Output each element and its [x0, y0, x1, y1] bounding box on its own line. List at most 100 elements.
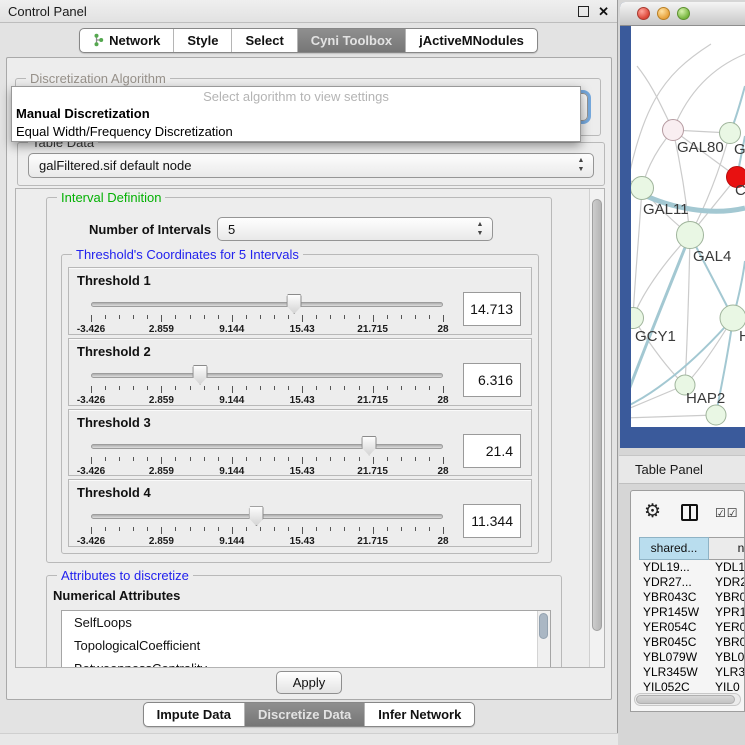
number-of-intervals-label: Number of Intervals: [89, 222, 211, 237]
cell-name: YBL0: [709, 650, 745, 665]
tick-label: -3.426: [77, 395, 105, 406]
tab-impute-data[interactable]: Impute Data: [144, 703, 244, 726]
cell-shared-name: YBL079W: [639, 650, 709, 665]
gear-icon[interactable]: ⚙: [644, 500, 661, 523]
threshold-value-field[interactable]: 14.713: [463, 292, 521, 326]
cell-shared-name: YER054C: [639, 620, 709, 635]
table-row[interactable]: YLR345WYLR3: [639, 665, 745, 680]
table-row[interactable]: YDR27...YDR2: [639, 575, 745, 590]
threshold-value-field[interactable]: 21.4: [463, 434, 521, 468]
pane-scrollbar-thumb[interactable]: [592, 199, 602, 631]
slider-thumb[interactable]: [287, 294, 302, 314]
threshold-label: Threshold 3: [77, 415, 151, 430]
tick-label: 21.715: [357, 536, 388, 547]
network-node[interactable]: [706, 405, 726, 425]
network-node[interactable]: [631, 177, 654, 200]
number-of-intervals-combobox[interactable]: 5 ▲▼: [217, 217, 493, 241]
table-row[interactable]: YPR145WYPR1: [639, 605, 745, 620]
split-columns-icon[interactable]: [681, 504, 698, 521]
tab-infer-network[interactable]: Infer Network: [364, 703, 474, 726]
tick-label: 9.144: [219, 466, 244, 477]
threshold-slider[interactable]: -3.4262.8599.14415.4321.71528: [91, 506, 443, 548]
attribute-list-item[interactable]: SelfLoops: [62, 611, 550, 634]
network-node-label: C: [735, 182, 745, 199]
footer-strip: [0, 733, 618, 745]
tab-label: Network: [109, 33, 160, 48]
dropdown-option[interactable]: Manual Discretization: [12, 105, 580, 123]
attributes-list[interactable]: SelfLoopsTopologicalCoefficientBetweenne…: [61, 610, 551, 668]
bottom-segmented-control: Impute Data Discretize DataInfer Network: [143, 702, 476, 727]
attribute-list-item[interactable]: TopologicalCoefficient: [62, 634, 550, 657]
zoom-traffic-light-icon[interactable]: [677, 7, 690, 20]
threshold-value-field[interactable]: 11.344: [463, 504, 521, 538]
cell-shared-name: YBR043C: [639, 590, 709, 605]
tick-label: 2.859: [149, 466, 174, 477]
tick-label: 21.715: [357, 324, 388, 335]
tab-style[interactable]: Style: [173, 29, 231, 52]
tab-network[interactable]: Network: [80, 29, 173, 52]
thresholds-group-title: Threshold's Coordinates for 5 Intervals: [72, 247, 303, 262]
network-view-window[interactable]: GAL80GCGAL11GAL4GCY1HHAP2: [620, 2, 745, 448]
tick-label: 21.715: [357, 466, 388, 477]
minimize-traffic-light-icon[interactable]: [657, 7, 670, 20]
tick-label: -3.426: [77, 536, 105, 547]
network-node-label: GAL11: [643, 201, 689, 218]
cell-name: YLR3: [709, 665, 745, 680]
column-header[interactable]: n: [709, 537, 745, 560]
column-header[interactable]: shared...: [639, 537, 709, 560]
network-node[interactable]: [631, 308, 644, 329]
slider-thumb[interactable]: [362, 436, 377, 456]
table-row[interactable]: YBL079WYBL0: [639, 650, 745, 665]
pane-scrollbar[interactable]: [589, 189, 604, 667]
cyni-toolbox-panel: Discretization Algorithm ▲▼ Select algor…: [6, 57, 612, 700]
list-scrollbar-thumb[interactable]: [539, 613, 548, 639]
close-traffic-light-icon[interactable]: [637, 7, 650, 20]
table-panel-title: Table Panel: [635, 456, 703, 484]
table-hscrollbar-thumb[interactable]: [636, 695, 735, 704]
cell-shared-name: YDR27...: [639, 575, 709, 590]
list-scrollbar[interactable]: [537, 611, 550, 668]
select-columns-checkboxes-icon[interactable]: ☑☑: [715, 506, 739, 520]
slider-thumb[interactable]: [193, 365, 208, 385]
network-node-label: G: [734, 141, 745, 158]
threshold-slider[interactable]: -3.4262.8599.14415.4321.71528: [91, 365, 443, 407]
tab-label: Cyni Toolbox: [311, 33, 392, 48]
tab-jactivemnodules[interactable]: jActiveMNodules: [405, 29, 537, 52]
threshold-value-field[interactable]: 6.316: [463, 363, 521, 397]
threshold-slider[interactable]: -3.4262.8599.14415.4321.71528: [91, 294, 443, 336]
apply-button[interactable]: Apply: [276, 671, 342, 694]
network-node-label: HAP2: [686, 390, 725, 407]
table-row[interactable]: YDL19...YDL1: [639, 560, 745, 575]
tab-segmented-control: Network StyleSelect Cyni Toolbox jActiveMNo…: [79, 28, 538, 53]
network-canvas[interactable]: GAL80GCGAL11GAL4GCY1HHAP2: [631, 26, 745, 427]
table-data-value: galFiltered.sif default node: [39, 158, 191, 173]
tab-cyni-toolbox[interactable]: Cyni Toolbox: [297, 29, 405, 52]
tab-label: Impute Data: [157, 707, 231, 722]
threshold-slider[interactable]: -3.4262.8599.14415.4321.71528: [91, 436, 443, 478]
close-icon[interactable]: ✕: [598, 5, 609, 18]
network-icon: [93, 33, 104, 47]
network-node-label: GAL80: [677, 139, 724, 156]
settings-scroll-pane: Interval Definition Number of Intervals …: [15, 188, 605, 668]
table-row[interactable]: YER054CYER0: [639, 620, 745, 635]
tab-discretize-data[interactable]: Discretize Data: [244, 703, 364, 726]
network-node[interactable]: [677, 222, 704, 249]
tick-label: 28: [437, 466, 448, 477]
threshold-panel: Threshold 3-3.4262.8599.14415.4321.71528…: [68, 409, 532, 477]
cell-shared-name: YLR345W: [639, 665, 709, 680]
tick-label: 15.43: [290, 324, 315, 335]
table-data-combobox[interactable]: galFiltered.sif default node ▲▼: [28, 153, 594, 178]
top-tab-bar: Network StyleSelect Cyni Toolbox jActiveMNo…: [0, 23, 617, 57]
table-row[interactable]: YBR045CYBR0: [639, 635, 745, 650]
discretization-algorithm-title: Discretization Algorithm: [26, 71, 170, 86]
float-window-icon[interactable]: [578, 6, 589, 17]
slider-thumb[interactable]: [249, 506, 264, 526]
table-row[interactable]: YBR043CYBR0: [639, 590, 745, 605]
table-hscrollbar[interactable]: [634, 693, 741, 706]
network-edge: [633, 188, 642, 318]
network-node[interactable]: [663, 120, 684, 141]
attribute-list-item[interactable]: BetweennessCentrality: [62, 657, 550, 668]
tab-select[interactable]: Select: [231, 29, 296, 52]
chevron-updown-icon: ▲▼: [576, 156, 586, 174]
dropdown-option[interactable]: Equal Width/Frequency Discretization: [12, 123, 580, 141]
